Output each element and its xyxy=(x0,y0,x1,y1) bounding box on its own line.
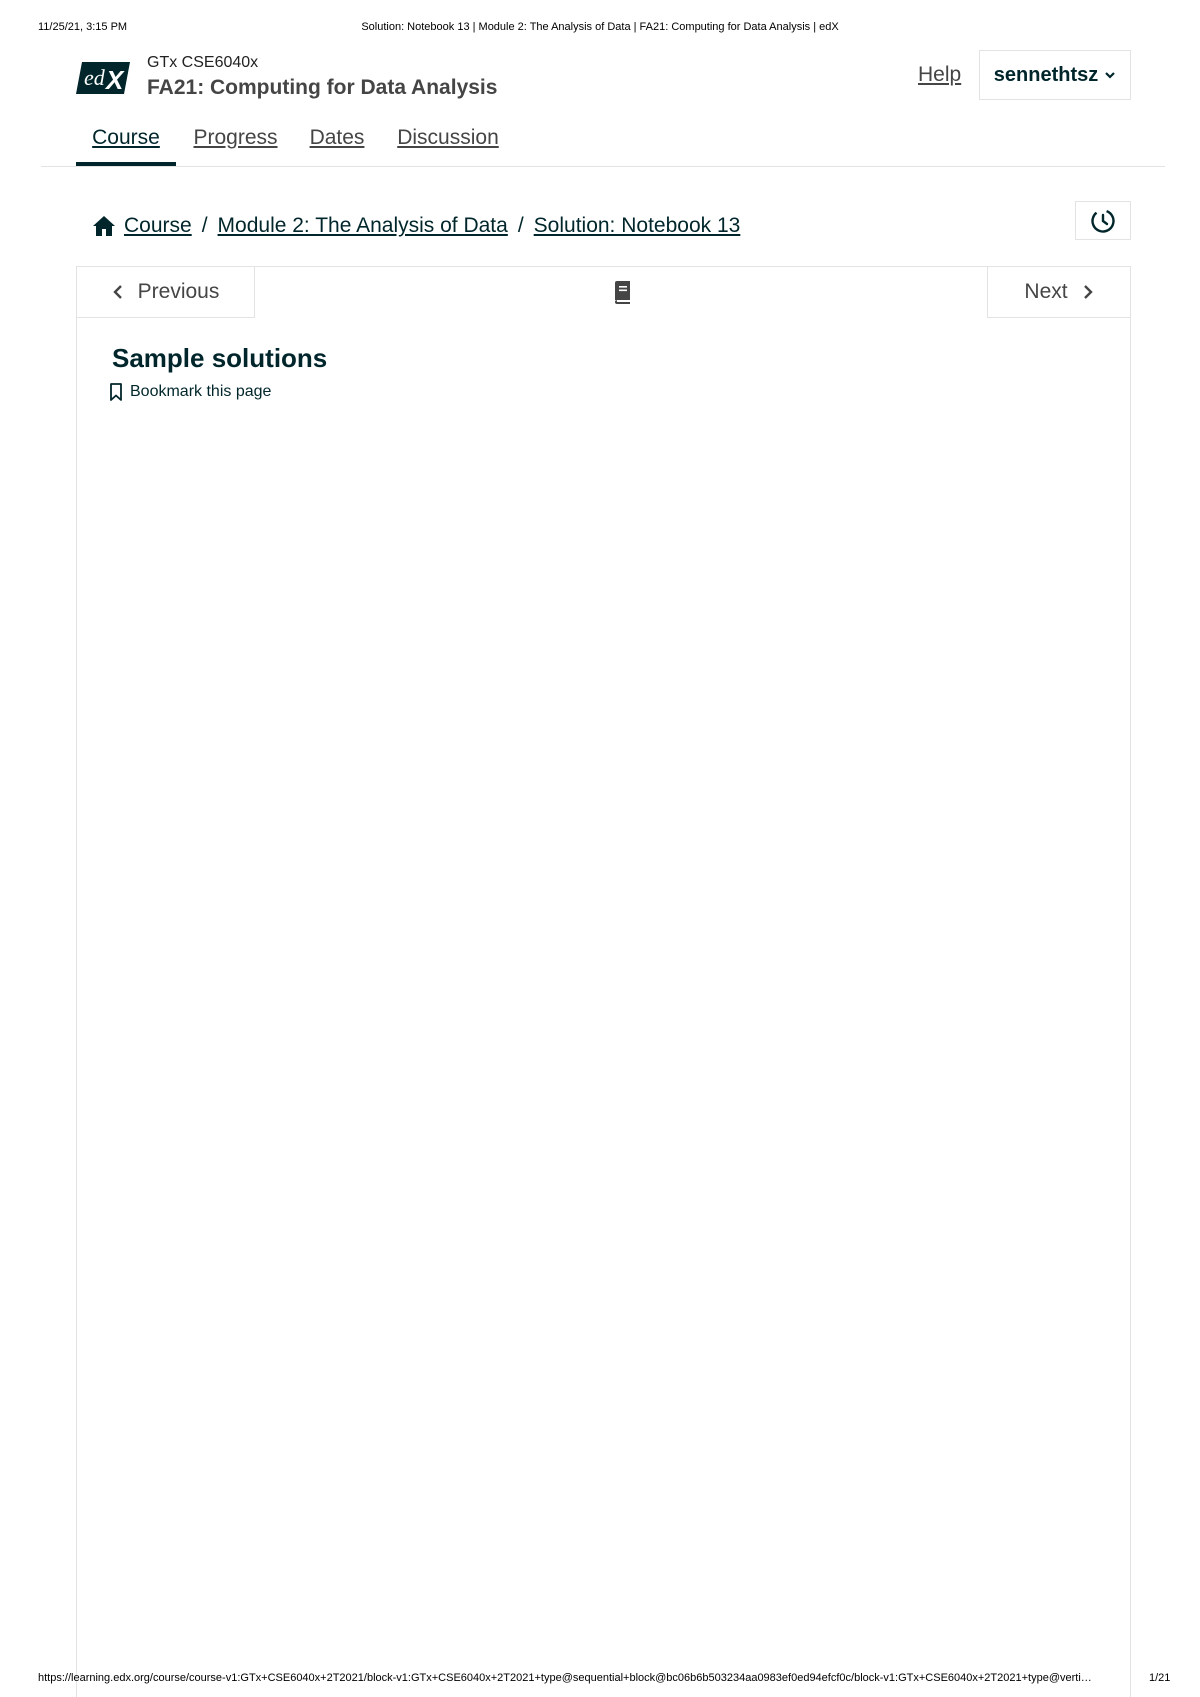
svg-text:ed: ed xyxy=(84,65,106,90)
course-title: FA21: Computing for Data Analysis xyxy=(147,76,498,99)
breadcrumb-course[interactable]: Course xyxy=(124,214,192,238)
bookmark-label: Bookmark this page xyxy=(130,383,272,400)
breadcrumb: Course / Module 2: The Analysis of Data … xyxy=(92,211,740,241)
chevron-down-icon xyxy=(1105,72,1116,79)
print-page-number: 1/21 xyxy=(1149,1672,1171,1684)
chevron-right-icon xyxy=(1083,285,1093,299)
tab-progress[interactable]: Progress xyxy=(193,120,278,166)
print-header: 11/25/21, 3:15 PM Solution: Notebook 13 … xyxy=(0,21,1200,35)
breadcrumb-module[interactable]: Module 2: The Analysis of Data xyxy=(218,214,508,238)
breadcrumb-notebook[interactable]: Solution: Notebook 13 xyxy=(534,214,741,238)
book-icon[interactable] xyxy=(611,281,633,305)
unit-container: Previous Next Sample solutions Bookmark … xyxy=(76,266,1131,1697)
next-button[interactable]: Next xyxy=(987,267,1130,318)
nav-divider xyxy=(41,166,1165,167)
unit-title: Sample solutions xyxy=(112,343,328,373)
print-page-title: Solution: Notebook 13 | Module 2: The An… xyxy=(361,21,839,33)
bookmark-icon xyxy=(110,383,122,401)
history-icon xyxy=(1091,208,1115,233)
svg-text:X: X xyxy=(104,65,125,94)
tab-dates[interactable]: Dates xyxy=(308,120,366,166)
breadcrumb-separator: / xyxy=(517,214,524,237)
breadcrumb-separator: / xyxy=(201,214,208,237)
username: sennethtsz xyxy=(993,63,1099,86)
history-button[interactable] xyxy=(1075,201,1131,240)
tab-course[interactable]: Course xyxy=(76,120,176,166)
bookmark-button[interactable]: Bookmark this page xyxy=(109,383,271,401)
user-menu-button[interactable]: sennethtsz xyxy=(979,50,1131,100)
print-footer: https://learning.edx.org/course/course-v… xyxy=(0,1672,1200,1686)
sequence-navigation: Previous Next xyxy=(77,267,1130,318)
help-link[interactable]: Help xyxy=(918,63,961,87)
tab-discussion[interactable]: Discussion xyxy=(396,120,500,166)
edx-logo[interactable]: ed X xyxy=(76,62,130,94)
next-label: Next xyxy=(1024,280,1068,303)
chevron-left-icon xyxy=(112,285,122,299)
home-icon[interactable] xyxy=(92,215,116,237)
print-url: https://learning.edx.org/course/course-v… xyxy=(38,1672,1092,1684)
previous-button[interactable]: Previous xyxy=(77,267,255,318)
course-org: GTx CSE6040x xyxy=(147,54,259,71)
previous-label: Previous xyxy=(137,280,220,303)
